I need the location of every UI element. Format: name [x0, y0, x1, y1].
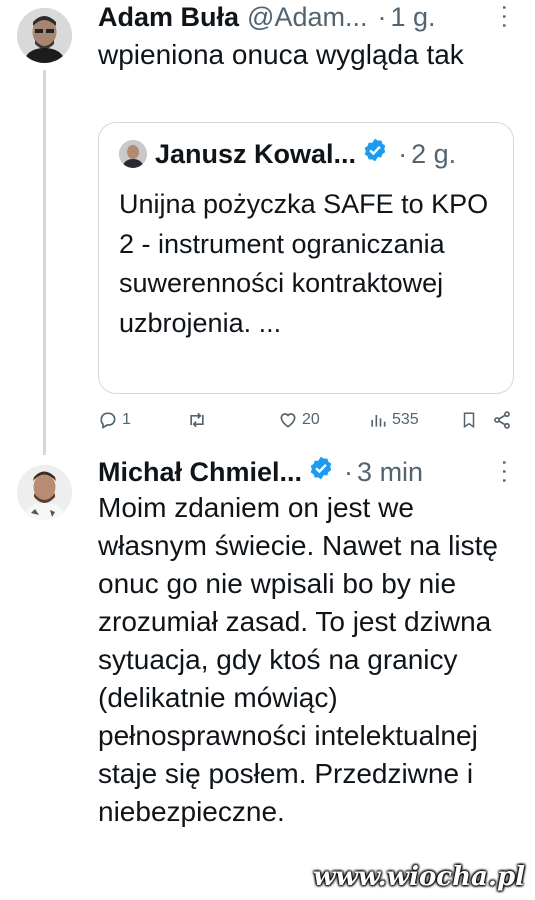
quoted-timestamp[interactable]: 2 g.: [411, 137, 456, 171]
author-name[interactable]: Adam Buła: [98, 0, 239, 34]
tweet[interactable]: Michał Chmiel... · 3 min ··· Moim zdanie…: [98, 455, 519, 831]
share-icon: [494, 411, 510, 429]
watermark: www.wiocha.pl: [313, 862, 525, 892]
separator-dot: ·: [377, 2, 387, 32]
retweet-icon: [190, 412, 204, 428]
quoted-tweet[interactable]: Janusz Kowal... · 2 g. Unijna pożyczka S…: [98, 122, 514, 394]
heart-icon: [280, 413, 296, 428]
timestamp[interactable]: 1 g.: [390, 0, 435, 34]
quoted-tweet-header: Janusz Kowal... · 2 g.: [119, 137, 456, 171]
reply-icon: [100, 412, 116, 429]
reply-button[interactable]: 1: [98, 410, 131, 430]
avatar-image: [17, 465, 72, 520]
view-count: 535: [392, 411, 419, 428]
like-button[interactable]: 20: [278, 410, 320, 430]
tweet-text: Moim zdaniem on jest we własnym świecie.…: [98, 492, 498, 827]
tweet-header: Adam Buła @Adam... · 1 g. ···: [98, 0, 519, 34]
timestamp[interactable]: 3 min: [357, 455, 423, 489]
avatar-image: [17, 8, 72, 63]
separator-dot: ·: [398, 139, 408, 169]
reply-count: 1: [122, 411, 131, 428]
author-name[interactable]: Michał Chmiel...: [98, 455, 302, 489]
share-button[interactable]: [492, 410, 512, 430]
bookmark-button[interactable]: [460, 410, 478, 430]
tweet-header: Michał Chmiel... · 3 min ···: [98, 455, 519, 489]
views-icon: [371, 415, 386, 427]
tweet[interactable]: Adam Buła @Adam... · 1 g. ··· wpieniona …: [98, 0, 519, 74]
quoted-author-name[interactable]: Janusz Kowal...: [155, 137, 356, 171]
tweet-text: wpieniona onuca wygląda tak: [98, 39, 464, 70]
author-handle[interactable]: @Adam...: [247, 0, 367, 34]
like-count: 20: [302, 411, 320, 428]
retweet-button[interactable]: [186, 410, 208, 430]
avatar[interactable]: [17, 465, 72, 520]
separator-dot: ·: [344, 457, 354, 487]
verified-badge-icon: [362, 137, 388, 171]
quoted-avatar-image: [119, 140, 147, 168]
more-icon[interactable]: ···: [488, 459, 522, 486]
quoted-avatar: [119, 140, 147, 168]
tweet-actions: 1 20 535: [98, 408, 518, 436]
more-icon[interactable]: ···: [488, 4, 522, 31]
views-button[interactable]: 535: [368, 410, 419, 430]
verified-badge-icon: [308, 455, 334, 489]
avatar[interactable]: [17, 8, 72, 63]
bookmark-icon: [463, 412, 475, 429]
thread-line: [43, 70, 46, 455]
quoted-tweet-text: Unijna pożyczka SAFE to KPO 2 - instrume…: [119, 189, 489, 338]
